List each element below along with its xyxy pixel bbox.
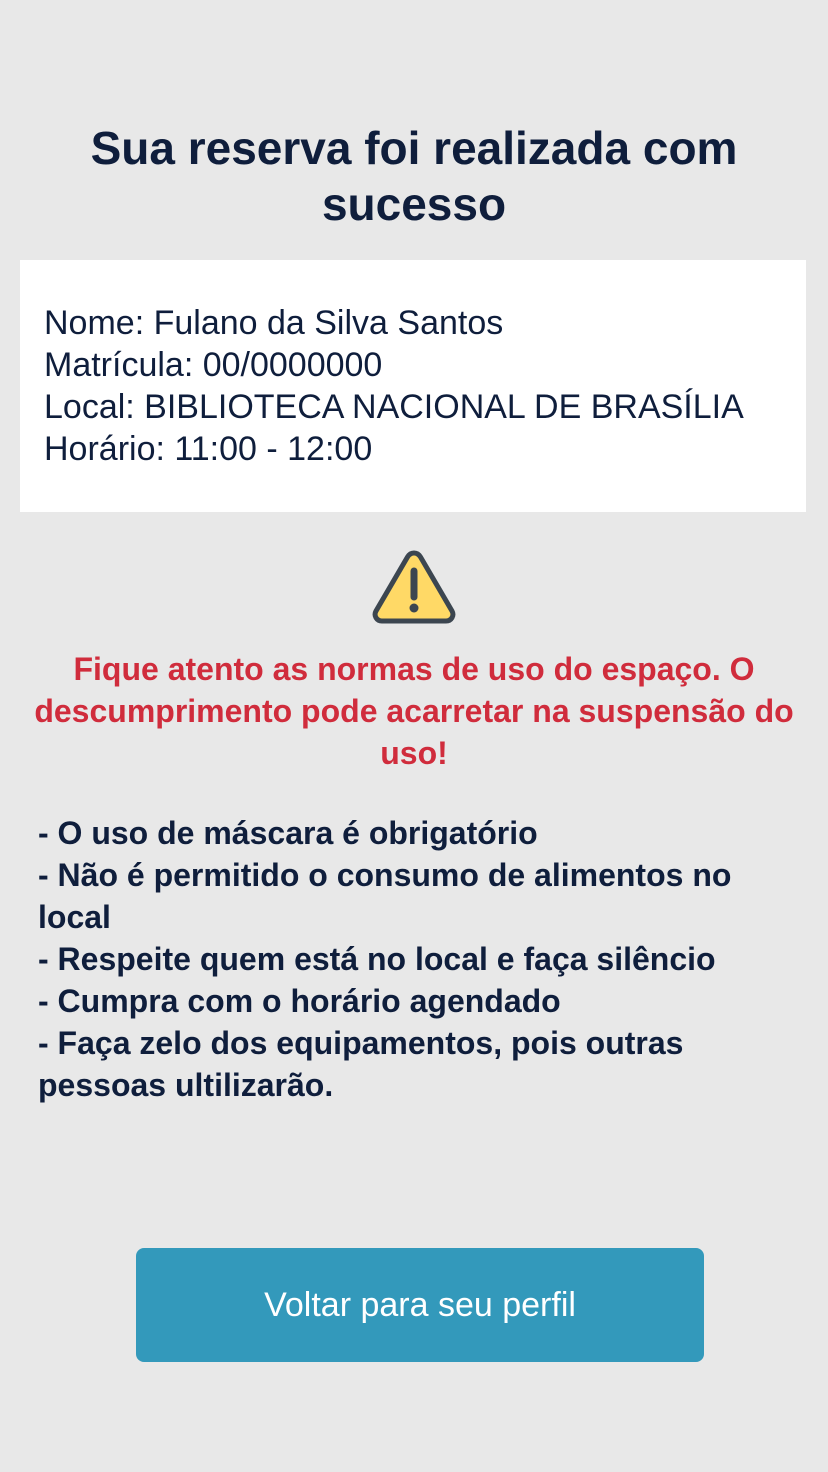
warning-triangle-icon (370, 547, 458, 627)
reservation-registration: Matrícula: 00/0000000 (44, 346, 383, 384)
rule-item: - O uso de máscara é obrigatório (38, 815, 538, 851)
usage-warning-message: Fique atento as normas de uso do espaço.… (34, 651, 794, 771)
reservation-confirmation-screen: Sua reserva foi realizada com sucesso No… (0, 0, 828, 1472)
reservation-location: Local: BIBLIOTECA NACIONAL DE BRASÍLIA (44, 388, 744, 426)
reservation-time: Horário: 11:00 - 12:00 (44, 430, 373, 468)
reservation-details-card: Nome: Fulano da Silva Santos Matrícula: … (20, 260, 806, 512)
usage-rules-list: - O uso de máscara é obrigatório - Não é… (38, 812, 798, 1106)
reservation-name: Nome: Fulano da Silva Santos (44, 304, 504, 342)
page-title: Sua reserva foi realizada com sucesso (90, 122, 738, 230)
rule-item: - Faça zelo dos equipamentos, pois outra… (38, 1025, 684, 1103)
rule-item: - Respeite quem está no local e faça sil… (38, 941, 716, 977)
rule-item: - Cumpra com o horário agendado (38, 983, 561, 1019)
back-to-profile-button[interactable]: Voltar para seu perfil (136, 1248, 704, 1362)
rule-item: - Não é permitido o consumo de alimentos… (38, 857, 732, 935)
